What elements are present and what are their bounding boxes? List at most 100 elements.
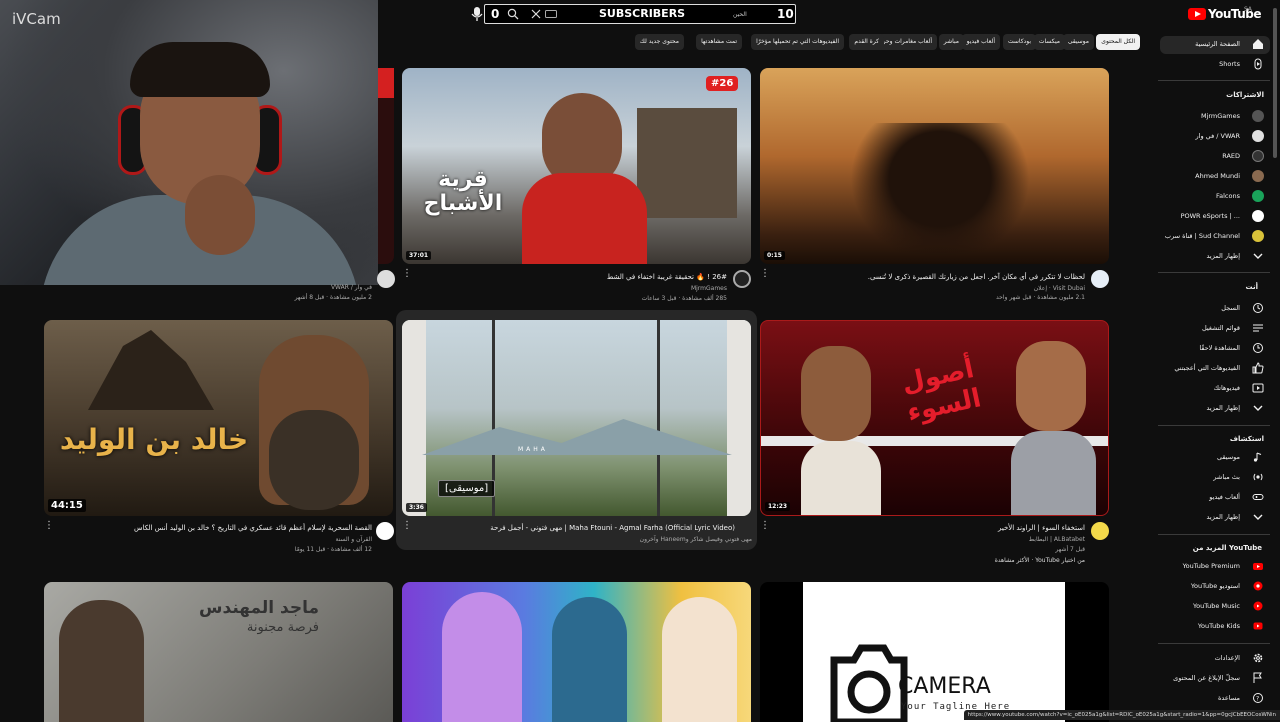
sidebar-sub-falcons[interactable]: Falcons: [1160, 188, 1270, 206]
keyboard-icon[interactable]: [545, 10, 557, 18]
sidebar-show-more-explore[interactable]: إظهار المزيد: [1160, 509, 1270, 527]
sidebar-item-music[interactable]: موسيقى: [1160, 449, 1270, 467]
sidebar-item-gaming[interactable]: ألعاب فيديو: [1160, 489, 1270, 507]
sidebar-sub-sud[interactable]: قناة سرب | Sud Channel: [1160, 228, 1270, 246]
mic-icon[interactable]: [470, 6, 484, 22]
subscriptions-heading[interactable]: الاشتراكات: [1226, 91, 1264, 99]
video-meta: قبل 7 أشهر: [1055, 546, 1085, 553]
video-thumbnail-maha[interactable]: MAHA [موسيقى] 3:36: [402, 320, 751, 516]
sidebar-sub-ahmed-mundi[interactable]: Ahmed Mundi: [1160, 168, 1270, 186]
video-channel[interactable]: في وار / VWAR: [331, 284, 372, 291]
chip-recently-uploaded[interactable]: الفيديوهات التي تم تحميلها مؤخرًا: [751, 34, 844, 50]
anime-character-1: [442, 592, 522, 722]
sidebar-item-history[interactable]: السجل: [1160, 300, 1270, 318]
chevron-down-icon: [1253, 514, 1263, 520]
sidebar-item-help[interactable]: مساعدة ?: [1160, 690, 1270, 708]
right-count: 10: [777, 7, 794, 21]
right-count-unit: الحين: [733, 11, 747, 18]
sidebar-show-more-subs[interactable]: إظهار المزيد: [1160, 248, 1270, 266]
sidebar-sub-mjrmgames[interactable]: MjrmGames: [1160, 108, 1270, 126]
more-options-icon[interactable]: ⋮: [402, 268, 412, 279]
more-options-icon[interactable]: ⋮: [44, 520, 54, 531]
chip-watched[interactable]: تمت مشاهدتها: [696, 34, 742, 50]
sidebar-sub-powr[interactable]: POWR eSports | ...: [1160, 208, 1270, 226]
video-extra-badge: من اختيار YouTube · الأكثر مشاهدة: [994, 557, 1085, 564]
video-channel[interactable]: ALBatabet | البطابط: [1029, 536, 1085, 543]
sidebar-item-kids[interactable]: YouTube Kids: [1160, 618, 1270, 636]
video-title[interactable]: استخفاء السوء | الراوند الأخير: [998, 524, 1085, 532]
video-thumbnail-osoul[interactable]: أصول السوء 12:23: [760, 320, 1109, 516]
video-thumbnail-dubai[interactable]: 0:15: [760, 68, 1109, 264]
video-channel[interactable]: Visit Dubai · إعلان: [1034, 285, 1085, 292]
more-options-icon[interactable]: ⋮: [760, 520, 770, 531]
sidebar-item-live[interactable]: بث مباشر: [1160, 469, 1270, 487]
svg-text:?: ?: [1256, 696, 1259, 703]
sidebar-item-your-videos[interactable]: فيديوهاتك: [1160, 380, 1270, 398]
you-heading[interactable]: أنت: [1246, 283, 1258, 291]
video-title[interactable]: Maha Ftouni - Agmal Farha (Official Lyri…: [490, 524, 735, 532]
channel-avatar-quran[interactable]: [376, 522, 394, 540]
person-3: [801, 441, 881, 515]
chip-all[interactable]: الكل المحتوى: [1096, 34, 1140, 50]
chevron-down-icon: [1253, 253, 1263, 259]
webcam-overlay: iVCam: [0, 0, 378, 285]
video-channel[interactable]: القرآن و السنة: [335, 536, 372, 543]
youtube-kids-icon: [1253, 622, 1263, 630]
thumbnail-title-text: ماجد المهندس: [199, 598, 319, 618]
chip-podcasts[interactable]: بودكاست: [1002, 34, 1036, 50]
person-hair: [130, 42, 270, 97]
sidebar-item-premium[interactable]: YouTube Premium: [1160, 558, 1270, 576]
sidebar-item-music-app[interactable]: YouTube Music: [1160, 598, 1270, 616]
sidebar-item-shorts[interactable]: Shorts: [1160, 56, 1270, 74]
channel-avatar-mjrmgames[interactable]: [733, 270, 751, 288]
more-from-youtube-heading: المزيد من YouTube: [1192, 544, 1262, 552]
chip-new-to-you[interactable]: محتوى جديد لك: [634, 34, 684, 50]
video-thumbnail-ghost-village[interactable]: قرية الأشباح #26 37:01: [402, 68, 751, 264]
youtube-music-icon: [1253, 601, 1263, 611]
video-title[interactable]: القصة السحرية لإسلام أعظم قائد عسكري في …: [134, 524, 372, 532]
sidebar-scrollbar[interactable]: [1273, 8, 1277, 158]
video-thumbnail-khalid[interactable]: خالد بن الوليد 44:15: [44, 320, 393, 516]
live-icon: [1253, 473, 1263, 481]
sidebar-sub-raed[interactable]: RAED: [1160, 148, 1270, 166]
more-options-icon[interactable]: ⋮: [402, 520, 412, 531]
more-options-icon[interactable]: ⋮: [760, 268, 770, 279]
camera-brand-text: CAMERA: [898, 674, 991, 699]
chip-gaming[interactable]: ألعاب فيديو: [961, 34, 1000, 50]
sidebar-sub-vwar[interactable]: في وار / VWAR: [1160, 128, 1270, 146]
video-title[interactable]: 26# ! 🔥 تحقيقة غريبة اختفاء في الشط: [607, 273, 727, 281]
sidebar-item-settings[interactable]: الإعدادات: [1160, 650, 1270, 668]
chip-music[interactable]: موسيقى: [1062, 34, 1094, 50]
video-thumbnail-majed[interactable]: ماجد المهندس فرصة مجنونة: [44, 582, 393, 722]
video-thumbnail-anime[interactable]: [402, 582, 751, 722]
sidebar-item-report-history[interactable]: سجلّ الإبلاغ عن المحتوى: [1160, 670, 1270, 688]
close-icon[interactable]: [531, 9, 541, 19]
channel-avatar-albatabet[interactable]: [1091, 522, 1109, 540]
youtube-logo[interactable]: YouTube SA: [1188, 6, 1262, 22]
webcam-label: iVCam: [12, 10, 61, 28]
sidebar-item-studio[interactable]: YouTube استوديو: [1160, 578, 1270, 596]
sidebar-item-home[interactable]: الصفحة الرئيسية: [1160, 36, 1270, 54]
channel-avatar-visit-dubai[interactable]: [1091, 270, 1109, 288]
sidebar-item-playlists[interactable]: قوائم التشغيل: [1160, 320, 1270, 338]
sidebar-show-more-you[interactable]: إظهار المزيد: [1160, 400, 1270, 418]
video-title[interactable]: لحظات لا تتكرر في أي مكان آخر. اجعل من ز…: [868, 273, 1085, 281]
channel-avatar: [1252, 130, 1264, 142]
history-icon: [1253, 303, 1263, 313]
search-icon[interactable]: [507, 8, 519, 20]
video-channel[interactable]: MjrmGames: [691, 285, 727, 292]
person-2: [1016, 341, 1086, 431]
chip-football[interactable]: كرة القدم: [849, 34, 884, 50]
music-tag: [موسيقى]: [438, 480, 496, 497]
video-thumbnail-camera[interactable]: CAMERA Your Tagline Here: [760, 582, 1109, 722]
thumbnail-title-text: خالد بن الوليد: [59, 423, 249, 456]
video-channel[interactable]: مهى فتوني وفيصل شاكر وHaneem وآخرون: [640, 536, 752, 543]
chip-live[interactable]: مباشر: [938, 34, 964, 50]
chip-mixes[interactable]: ميكسات: [1033, 34, 1065, 50]
channel-avatar-vwar[interactable]: [377, 270, 395, 288]
sidebar-item-watch-later[interactable]: المشاهدة لاحقًا: [1160, 340, 1270, 358]
channel-avatar: [1252, 170, 1264, 182]
flowers-left: [402, 320, 426, 516]
sidebar-item-liked[interactable]: الفيديوهات التي أعجبتني: [1160, 360, 1270, 378]
person-hand: [185, 175, 255, 255]
